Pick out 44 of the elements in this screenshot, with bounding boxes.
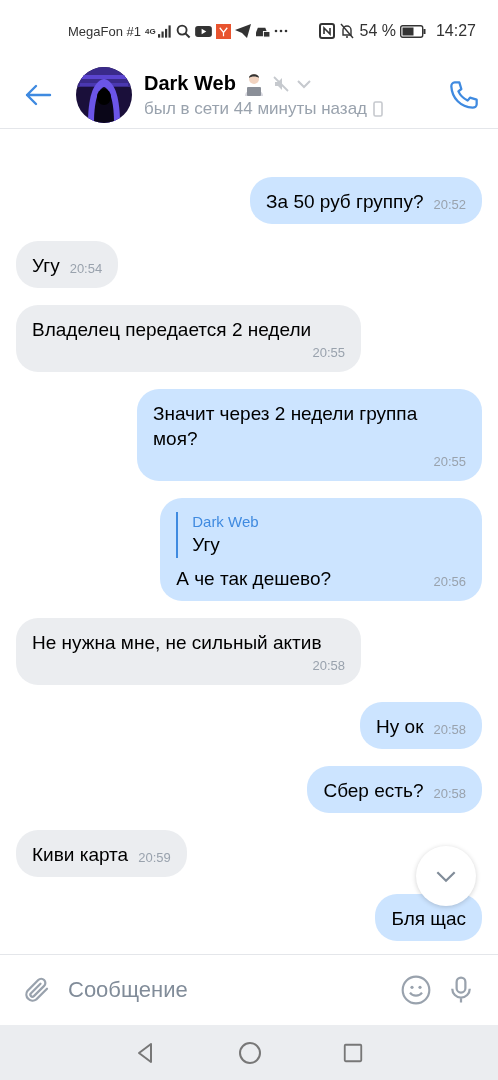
message-text: Ну ок (376, 715, 424, 739)
message-text: За 50 руб группу? (266, 190, 424, 214)
message-time: 20:56 (433, 573, 466, 591)
mobile-phone-icon (373, 100, 383, 117)
carrier-name: MegaFon #1 (68, 23, 141, 39)
clock: 14:27 (435, 22, 476, 40)
message-time: 20:52 (433, 196, 466, 214)
network-type: 4G (145, 26, 156, 36)
battery-level: 54 % (359, 22, 396, 40)
message-text: А че так дешево? (176, 567, 332, 591)
message-text: Бля щас (391, 907, 466, 931)
message-time: 20:58 (433, 785, 466, 803)
video-icon (194, 24, 212, 38)
home-nav-icon[interactable] (238, 1040, 262, 1065)
battery-icon (399, 24, 426, 38)
message-time: 20:58 (312, 657, 345, 675)
recents-nav-icon[interactable] (342, 1041, 364, 1064)
nfc-icon (319, 23, 336, 39)
chevron-down-icon (435, 869, 457, 883)
last-seen-status: был в сети 44 минуты назад (144, 98, 367, 119)
message-time: 20:58 (433, 721, 466, 739)
message-text: Сбер есть? (323, 779, 424, 803)
message-text: Владелец передается 2 недели (32, 318, 312, 342)
more-icon (273, 29, 288, 33)
paper-plane-icon (234, 24, 251, 38)
phone-icon[interactable] (448, 79, 480, 111)
contact-name: Dark Web (144, 72, 236, 95)
message-text: Угу (32, 254, 60, 278)
message-text: Не нужна мне, не сильный актив (32, 631, 322, 655)
message-time: 20:55 (433, 453, 466, 471)
quote-author: Dark Web (192, 512, 260, 532)
app-icon (215, 23, 231, 39)
message-time: 20:55 (312, 344, 345, 362)
back-arrow-icon[interactable] (24, 83, 52, 107)
muted-bell-icon (339, 23, 356, 39)
message-time: 20:54 (69, 260, 103, 278)
quote-text: Угу (192, 533, 221, 557)
signal-icon (157, 24, 172, 38)
smiley-icon[interactable] (400, 974, 432, 1006)
message-text: Киви карта (32, 843, 129, 867)
message-text: Значит через 2 недели группа моя? (153, 402, 419, 451)
message-time: 20:59 (138, 849, 171, 867)
message-input[interactable]: Сообщение (66, 976, 386, 1004)
search-icon (175, 23, 191, 39)
